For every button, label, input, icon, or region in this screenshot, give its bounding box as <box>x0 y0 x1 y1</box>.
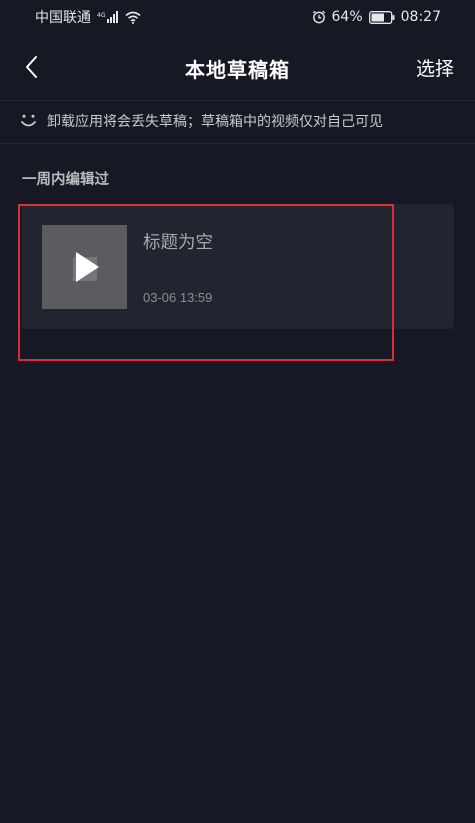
highlight-box <box>18 204 394 361</box>
svg-text:4G: 4G <box>97 12 106 19</box>
status-time: 08:27 <box>400 9 441 25</box>
status-right: 64% 08:27 <box>312 9 441 25</box>
smile-icon <box>21 114 36 126</box>
page-title: 本地草稿箱 <box>185 58 290 82</box>
battery-percent: 64% <box>331 9 363 25</box>
notice-text: 卸载应用将会丢失草稿；草稿箱中的视频仅对自己可见 <box>47 114 383 130</box>
battery-icon <box>368 10 395 24</box>
alarm-icon <box>312 10 325 24</box>
notice-divider <box>0 143 475 144</box>
wifi-icon <box>125 11 141 24</box>
nav-bar: 本地草稿箱 选择 <box>0 34 475 100</box>
status-left: 中国联通 4G <box>35 7 141 27</box>
header-divider <box>0 100 475 101</box>
notice-banner: 卸载应用将会丢失草稿；草稿箱中的视频仅对自己可见 <box>20 111 383 131</box>
select-button[interactable]: 选择 <box>416 54 454 81</box>
section-title: 一周内编辑过 <box>22 172 109 188</box>
signal-icon: 4G <box>97 11 118 23</box>
status-bar: 中国联通 4G 64% 08:27 <box>0 0 475 34</box>
carrier-name: 中国联通 <box>35 10 91 26</box>
